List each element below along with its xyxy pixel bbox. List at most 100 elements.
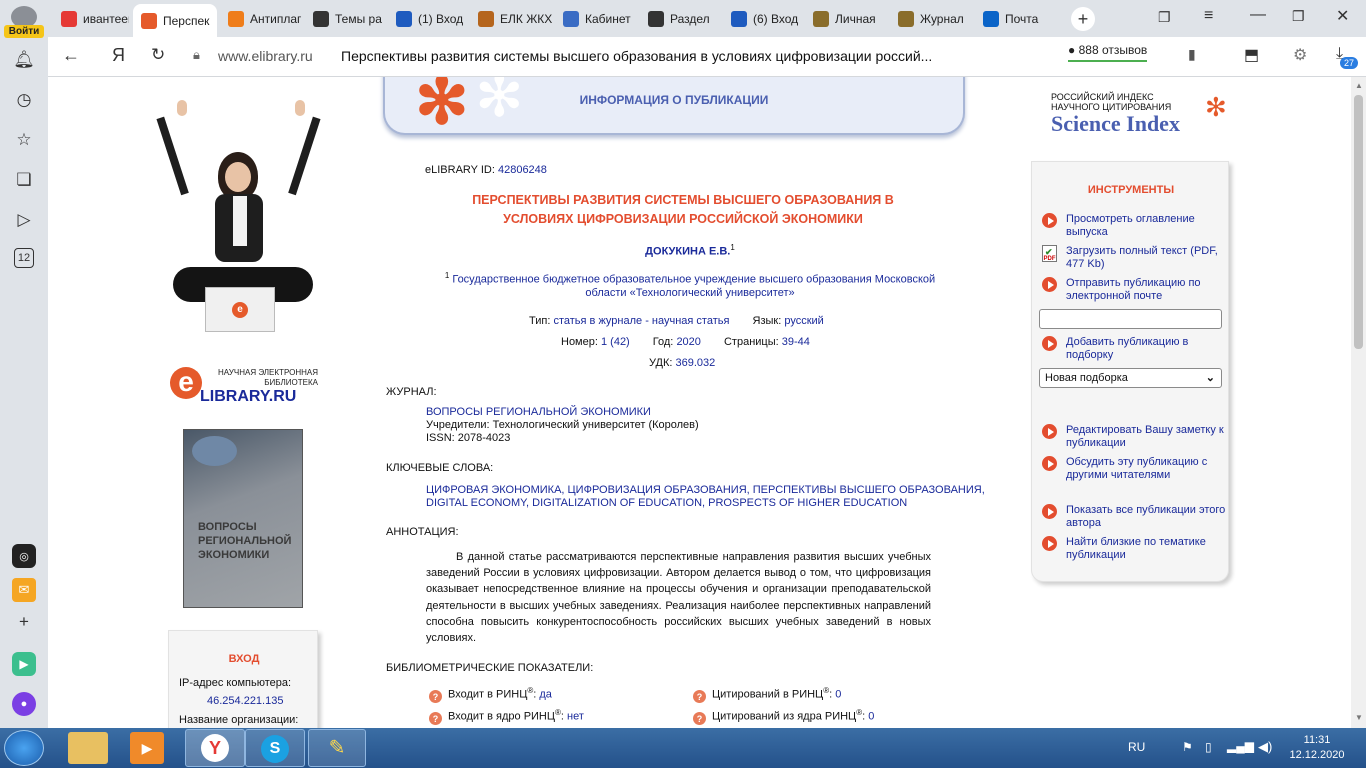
tab-mail[interactable]: (6) Вход [723,5,803,32]
elibrary-id-value[interactable]: 42806248 [498,164,547,176]
history-icon[interactable]: ◷ [12,88,36,112]
tool-item[interactable]: Обсудить эту публикацию с другими читател… [1042,456,1207,482]
metric-value[interactable]: да [539,689,552,701]
tab-house[interactable]: ЕЛК ЖКХ [470,5,552,32]
flag-icon[interactable]: ⚑ [1182,740,1193,754]
metric-label: Цитирований из ядра РИНЦ [712,710,857,723]
lock-icon[interactable]: 🔒︎ [193,47,200,63]
tool-item[interactable]: Редактировать Вашу заметку к публикации [1042,424,1224,450]
tab-shield[interactable]: Кабинет [555,5,637,32]
back-arrow-icon[interactable]: ← [62,45,80,66]
scroll-up-icon[interactable]: ▲ [1355,81,1363,90]
volume-icon[interactable]: ◀) [1258,739,1272,755]
question-icon[interactable]: ? [693,690,706,704]
new-tab-button[interactable]: + [1071,7,1095,31]
elibrary-logo[interactable]: e НАУЧНАЯ ЭЛЕКТРОННАЯ БИБЛИОТЕКА LIBRARY… [170,367,330,407]
tab-bank[interactable]: Личная [805,5,887,32]
protect-icon[interactable]: ⬒ [1244,45,1259,65]
network-icon[interactable]: ▂▄▆ [1227,739,1254,753]
tool-item[interactable]: Показать все публикации этого автора [1042,504,1225,530]
bookmark-icon[interactable]: ▮ [1188,46,1196,63]
add-panel-icon[interactable]: + [12,610,36,634]
tabs-list-icon[interactable]: ❐ [1158,9,1171,26]
tool-item[interactable]: Найти близкие по тематике публикации [1042,536,1206,562]
journal-name-link[interactable]: ВОПРОСЫ РЕГИОНАЛЬНОЙ ЭКОНОМИКИ [426,406,699,419]
star-icon[interactable]: ☆ [12,128,36,152]
keywords-line-2[interactable]: DIGITAL ECONOMY, DIGITALIZATION OF EDUCA… [426,497,985,510]
scroll-thumb[interactable] [1354,95,1363,349]
tool-label: Загрузить полный текст (PDF, 477 Kb) [1066,245,1218,271]
keywords-line-1[interactable]: ЦИФРОВАЯ ЭКОНОМИКА, ЦИФРОВИЗАЦИЯ ОБРАЗОВ… [426,484,985,497]
url-title[interactable]: Перспективы развития системы высшего обр… [341,48,932,64]
tool-item[interactable]: Добавить публикацию в подборку [1042,336,1188,362]
tab-label: Перспек [163,13,210,28]
tool-label-line-2: автора [1066,517,1101,529]
tab-antiplagiat[interactable]: Антиплаг [220,5,302,32]
tool-label-line-1: Обсудить эту публикацию с [1066,456,1208,468]
tab-elibrary[interactable]: Перспек ✕ [133,4,217,37]
tab-mail[interactable]: (1) Вход [388,5,468,32]
media-player-icon[interactable]: ▶ [130,732,164,764]
mail-app-icon[interactable]: ✉ [12,578,36,602]
file-explorer-icon[interactable] [68,732,108,764]
minimize-icon[interactable]: — [1250,6,1266,24]
url-domain[interactable]: www.elibrary.ru [218,48,313,64]
author-name[interactable]: ДОКУКИНА Е.В. [645,246,730,258]
input-language[interactable]: RU [1128,740,1145,754]
ip-value: 46.254.221.135 [207,695,284,707]
metric-item: ? Входит в РИНЦ®: да [429,686,552,704]
close-window-icon[interactable]: ✕ [1336,6,1349,26]
tool-label: Добавить публикацию в подборку [1066,336,1188,362]
play-icon[interactable]: ▷ [12,208,36,232]
login-button[interactable]: Войти [4,25,44,38]
author[interactable]: ДОКУКИНА Е.В.1 [423,243,957,258]
bell-icon[interactable]: 🔔︎ [12,48,36,72]
reviews-badge[interactable]: ● 888 отзывов [1068,43,1148,62]
arrow-bullet-icon [1042,536,1057,551]
tab-outlook[interactable]: Почта [975,5,1057,32]
metric-label: Входит в РИНЦ [448,688,528,701]
metric-value[interactable]: 0 [868,711,874,723]
close-tab-icon[interactable]: ✕ [215,12,217,29]
camera-app-icon[interactable]: ◎ [12,544,36,568]
metric-value[interactable]: нет [567,711,584,723]
alice-icon[interactable]: ● [12,692,36,716]
metric-value[interactable]: 0 [835,689,841,701]
tab-zen[interactable]: Темы ра [305,5,385,32]
collections-icon[interactable]: ❏ [12,168,36,192]
affil-sup: 1 [444,271,450,280]
question-icon[interactable]: ? [429,712,442,726]
yandex-browser-taskbar-icon[interactable]: Y [185,729,245,767]
calendar-icon[interactable]: 12 [14,248,34,268]
question-icon[interactable]: ? [693,712,706,726]
extension-icon[interactable]: ⚙ [1293,45,1307,65]
clock[interactable]: 11:31 12.12.2020 [1282,733,1352,763]
messenger-icon[interactable]: ▶ [12,652,36,676]
restore-icon[interactable]: ❐ [1292,8,1305,25]
skype-icon[interactable]: S [245,729,305,767]
tab-yandex[interactable]: ивантеев [53,5,129,32]
question-icon[interactable]: ? [429,690,442,704]
paint-icon[interactable]: ✎ [308,729,366,767]
outlook-icon [983,10,999,27]
scroll-down-icon[interactable]: ▼ [1355,713,1363,722]
number-value[interactable]: 1 (42) [601,336,630,348]
reg-mark: ® [527,686,534,695]
start-button[interactable] [4,730,44,766]
collection-select[interactable]: Новая подборка ⌄ [1039,368,1222,388]
tab-bank[interactable]: Журнал [890,5,972,32]
bank-icon [898,10,914,27]
tool-item[interactable]: ✔ PDF Загрузить полный текст (PDF, 477 Kb) [1042,245,1218,271]
reload-icon[interactable]: ↻ [151,45,165,65]
scrollbar[interactable]: ▲ ▼ [1351,77,1366,728]
battery-icon[interactable]: ▯ [1205,740,1212,754]
journal-cover[interactable]: ВОПРОСЫ РЕГИОНАЛЬНОЙ ЭКОНОМИКИ [183,429,303,608]
science-index-logo[interactable]: РОССИЙСКИЙ ИНДЕКС НАУЧНОГО ЦИТИРОВАНИЯ S… [1051,92,1231,142]
affiliation[interactable]: 1 Государственное бюджетное образователь… [423,269,957,300]
tool-item[interactable]: Просмотреть оглавление выпуска [1042,213,1195,239]
yandex-logo-icon[interactable]: Я [112,45,125,66]
tab-zen[interactable]: Раздел [640,5,720,32]
tool-item[interactable]: Отправить публикацию по электронной почте [1042,277,1201,303]
menu-icon[interactable]: ≡ [1204,7,1213,25]
email-input[interactable] [1039,309,1222,329]
